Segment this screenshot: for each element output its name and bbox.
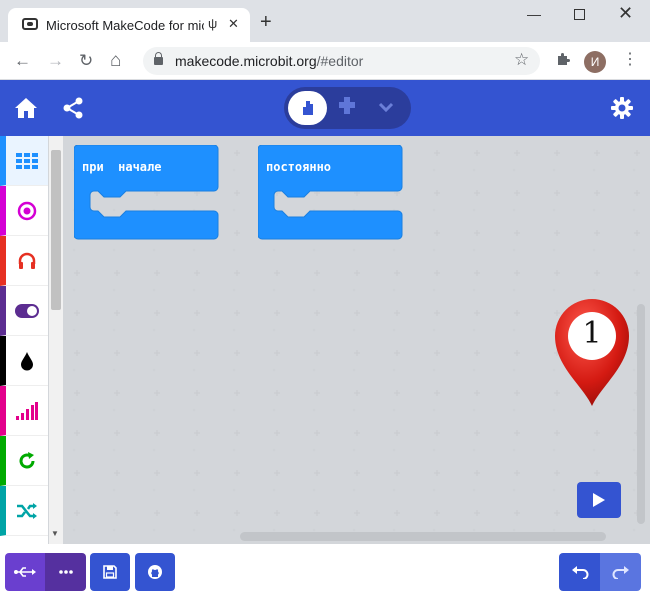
scroll-down-arrow-icon[interactable]: ▼ <box>51 529 59 538</box>
redo-icon <box>600 553 641 591</box>
shuffle-icon <box>17 502 37 519</box>
category-basic[interactable] <box>0 136 48 186</box>
more-dots-icon <box>45 553 86 591</box>
category-signal[interactable] <box>0 386 48 436</box>
github-button[interactable] <box>135 553 175 591</box>
usb-icon <box>5 553 45 591</box>
category-logic[interactable] <box>0 486 48 536</box>
url-domain: makecode.microbit.org <box>175 53 317 69</box>
workspace-vertical-scrollbar[interactable] <box>637 304 645 524</box>
download-button[interactable] <box>5 553 45 591</box>
signal-icon <box>16 401 38 420</box>
url-text: makecode.microbit.org/#editor <box>175 53 363 69</box>
blocks-editor-button[interactable] <box>288 91 327 125</box>
extensions-puzzle-icon[interactable] <box>555 51 571 72</box>
makecode-favicon-icon <box>22 18 38 30</box>
browser-tabstrip: Microsoft MakeCode for mic ψ ✕ + — ✕ <box>0 0 650 42</box>
toggle-icon <box>15 303 39 318</box>
chevron-down-icon[interactable] <box>376 97 396 122</box>
makecode-header <box>0 80 650 136</box>
simulator-run-button[interactable] <box>577 482 621 518</box>
home-icon[interactable]: ⌂ <box>110 51 121 71</box>
category-input[interactable] <box>0 186 48 236</box>
address-bar[interactable]: makecode.microbit.org/#editor ☆ <box>143 47 540 75</box>
browser-toolbar: ← → ↻ ⌂ makecode.microbit.org/#editor ☆ … <box>0 42 650 80</box>
github-icon <box>135 553 175 591</box>
forward-icon[interactable]: → <box>47 51 64 71</box>
settings-gear-icon[interactable] <box>610 96 634 125</box>
home-button[interactable] <box>14 97 38 124</box>
bookmark-star-icon[interactable]: ☆ <box>514 50 529 70</box>
workspace-horizontal-scrollbar[interactable] <box>240 532 606 541</box>
window-maximize-button[interactable] <box>574 9 585 20</box>
category-radio[interactable] <box>0 336 48 386</box>
marker-number: 1 <box>582 316 602 351</box>
category-music[interactable] <box>0 236 48 286</box>
category-led[interactable] <box>0 286 48 336</box>
forever-label: постоянно <box>266 160 332 174</box>
floppy-disk-icon <box>90 553 130 591</box>
on-start-block[interactable]: при начале <box>74 145 220 241</box>
toolbox-scrollbar-thumb[interactable] <box>51 150 61 310</box>
browser-menu-icon[interactable]: ⋮ <box>622 51 638 69</box>
map-pin-marker: 1 <box>553 296 631 408</box>
grid-icon <box>16 152 38 169</box>
tab-title: Microsoft MakeCode for mic <box>46 18 204 33</box>
drop-icon <box>21 351 33 370</box>
share-button[interactable] <box>62 97 84 124</box>
category-loops[interactable] <box>0 436 48 486</box>
forever-block[interactable]: постоянно <box>258 145 404 241</box>
editor-toggle <box>284 87 411 129</box>
window-close-button[interactable]: ✕ <box>618 3 633 24</box>
lock-icon[interactable] <box>154 52 163 65</box>
browser-tab[interactable]: Microsoft MakeCode for mic ψ ✕ <box>8 8 250 42</box>
back-icon[interactable]: ← <box>14 51 31 71</box>
window-minimize-button[interactable]: — <box>527 6 541 22</box>
loop-icon <box>19 451 35 468</box>
javascript-editor-button[interactable] <box>336 95 358 122</box>
new-tab-button[interactable]: + <box>260 12 272 32</box>
reload-icon[interactable]: ↻ <box>79 51 93 71</box>
headphones-icon <box>18 252 36 269</box>
toolbox-scrollbar[interactable]: ▼ <box>49 136 63 544</box>
undo-button[interactable] <box>559 553 600 591</box>
editor-bottom-bar <box>0 544 650 600</box>
profile-avatar[interactable]: И <box>584 51 606 73</box>
url-path: /#editor <box>316 53 364 69</box>
usb-icon: ψ <box>208 16 218 31</box>
on-start-label: при начале <box>82 160 162 174</box>
undo-icon <box>559 553 600 591</box>
redo-button[interactable] <box>600 553 641 591</box>
tab-close-icon[interactable]: ✕ <box>228 16 239 32</box>
download-more-button[interactable] <box>45 553 86 591</box>
toolbox <box>0 136 48 544</box>
target-icon <box>17 201 37 220</box>
save-button[interactable] <box>90 553 130 591</box>
